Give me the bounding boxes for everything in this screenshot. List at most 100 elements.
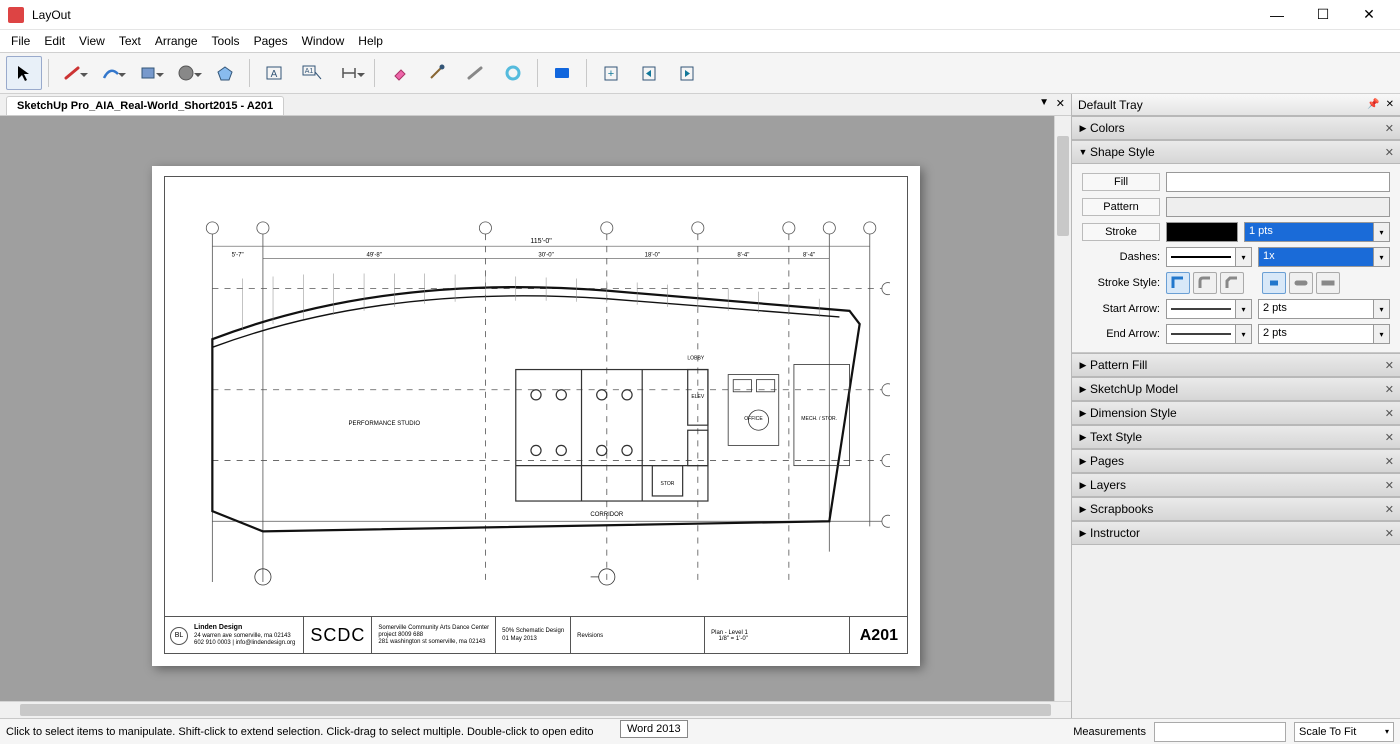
- shape-style-body: Fill Pattern Stroke 1 pts▾ Dashes: ▾ 1x▾…: [1072, 164, 1400, 353]
- menu-file[interactable]: File: [4, 32, 37, 50]
- drawing-page[interactable]: 115'-0" 49'-8" 30'-0" 18'-0" 8'-4" 5'-7"…: [152, 166, 920, 666]
- cap-square-button[interactable]: [1316, 272, 1340, 294]
- titlebar: LayOut — ☐ ✕: [0, 0, 1400, 30]
- circle-tool[interactable]: [169, 56, 205, 90]
- maximize-button[interactable]: ☐: [1300, 0, 1346, 30]
- dimension-tool[interactable]: [332, 56, 368, 90]
- dashes-label: Dashes:: [1082, 251, 1160, 263]
- fill-toggle[interactable]: Fill: [1082, 173, 1160, 191]
- panel-colors[interactable]: ▶Colors✕: [1072, 116, 1400, 140]
- polygon-tool[interactable]: [207, 56, 243, 90]
- svg-text:115'-0": 115'-0": [530, 237, 552, 245]
- sheet-number: A201: [849, 617, 908, 654]
- tray-header[interactable]: Default Tray 📌 ✕: [1072, 94, 1400, 116]
- svg-text:CORRIDOR: CORRIDOR: [590, 512, 624, 518]
- corner-bevel-button[interactable]: [1220, 272, 1244, 294]
- status-hint: Click to select items to manipulate. Shi…: [6, 726, 594, 738]
- start-arrow-select[interactable]: [1166, 299, 1236, 319]
- tray-close-icon[interactable]: ✕: [1386, 99, 1394, 110]
- panel-dimension-style[interactable]: ▶Dimension Style✕: [1072, 401, 1400, 425]
- presentation-tool[interactable]: [544, 56, 580, 90]
- dash-scale-input[interactable]: 1x: [1258, 247, 1374, 267]
- statusbar: Click to select items to manipulate. Shi…: [0, 718, 1400, 744]
- pattern-swatch[interactable]: [1166, 197, 1390, 217]
- panel-text-style[interactable]: ▶Text Style✕: [1072, 425, 1400, 449]
- rectangle-tool[interactable]: [131, 56, 167, 90]
- stroke-width-dropdown[interactable]: ▾: [1374, 222, 1390, 242]
- menu-arrange[interactable]: Arrange: [148, 32, 205, 50]
- stroke-width-input[interactable]: 1 pts: [1244, 222, 1374, 242]
- toolbar: A A1 +: [0, 52, 1400, 94]
- stroke-style-label: Stroke Style:: [1082, 277, 1160, 289]
- pattern-toggle[interactable]: Pattern: [1082, 198, 1160, 216]
- svg-text:18'-0": 18'-0": [645, 252, 660, 258]
- cap-flat-button[interactable]: [1262, 272, 1286, 294]
- minimize-button[interactable]: —: [1254, 0, 1300, 30]
- document-tab[interactable]: SketchUp Pro_AIA_Real-World_Short2015 - …: [6, 96, 284, 115]
- panel-instructor[interactable]: ▶Instructor✕: [1072, 521, 1400, 545]
- line-tool[interactable]: [55, 56, 91, 90]
- start-arrow-size-input[interactable]: 2 pts: [1258, 299, 1374, 319]
- prev-page-button[interactable]: [631, 56, 667, 90]
- menu-pages[interactable]: Pages: [247, 32, 295, 50]
- canvas-hscrollbar[interactable]: [0, 701, 1071, 718]
- menu-tools[interactable]: Tools: [205, 32, 247, 50]
- scale-dropdown[interactable]: Scale To Fit▾: [1294, 722, 1394, 742]
- titleblock: BL Linden Design 24 warren ave somervill…: [164, 616, 908, 654]
- join-tool[interactable]: [495, 56, 531, 90]
- taskbar-tooltip: Word 2013: [620, 720, 688, 738]
- corner-round-button[interactable]: [1193, 272, 1217, 294]
- svg-text:A1: A1: [305, 68, 314, 75]
- next-page-button[interactable]: [669, 56, 705, 90]
- pin-icon[interactable]: 📌: [1367, 99, 1379, 110]
- arc-tool[interactable]: [93, 56, 129, 90]
- text-tool[interactable]: A: [256, 56, 292, 90]
- canvas-vscrollbar[interactable]: [1054, 116, 1071, 701]
- cap-round-button[interactable]: [1289, 272, 1313, 294]
- style-tool[interactable]: [419, 56, 455, 90]
- stroke-swatch[interactable]: [1166, 222, 1238, 242]
- canvas[interactable]: 115'-0" 49'-8" 30'-0" 18'-0" 8'-4" 5'-7"…: [0, 116, 1071, 701]
- select-tool[interactable]: [6, 56, 42, 90]
- menu-text[interactable]: Text: [112, 32, 148, 50]
- svg-text:30'-0": 30'-0": [538, 252, 553, 258]
- end-arrow-label: End Arrow:: [1082, 328, 1160, 340]
- panel-pages[interactable]: ▶Pages✕: [1072, 449, 1400, 473]
- eraser-tool[interactable]: [381, 56, 417, 90]
- panel-shape-style[interactable]: ▼Shape Style✕: [1072, 140, 1400, 164]
- dashes-select[interactable]: [1166, 247, 1236, 267]
- split-tool[interactable]: [457, 56, 493, 90]
- svg-text:OFFICE: OFFICE: [744, 416, 763, 422]
- document-tabbar: SketchUp Pro_AIA_Real-World_Short2015 - …: [0, 94, 1071, 116]
- floor-plan: 115'-0" 49'-8" 30'-0" 18'-0" 8'-4" 5'-7"…: [182, 214, 890, 606]
- tab-close-button[interactable]: ✕: [1056, 97, 1065, 110]
- measurements-label: Measurements: [1073, 726, 1146, 738]
- svg-text:ELEV: ELEV: [691, 394, 705, 400]
- measurements-input[interactable]: [1154, 722, 1286, 742]
- fill-swatch[interactable]: [1166, 172, 1390, 192]
- firm-logo-icon: BL: [170, 627, 188, 645]
- menu-help[interactable]: Help: [351, 32, 390, 50]
- panel-sketchup-model[interactable]: ▶SketchUp Model✕: [1072, 377, 1400, 401]
- end-arrow-size-input[interactable]: 2 pts: [1258, 324, 1374, 344]
- svg-text:8'-4": 8'-4": [803, 252, 815, 258]
- close-button[interactable]: ✕: [1346, 0, 1392, 30]
- menu-view[interactable]: View: [72, 32, 112, 50]
- label-tool[interactable]: A1: [294, 56, 330, 90]
- svg-text:LOBBY: LOBBY: [687, 355, 704, 361]
- svg-text:49'-8": 49'-8": [366, 252, 381, 258]
- menu-edit[interactable]: Edit: [37, 32, 72, 50]
- tab-menu-button[interactable]: ▼: [1039, 97, 1049, 108]
- end-arrow-select[interactable]: [1166, 324, 1236, 344]
- stroke-toggle[interactable]: Stroke: [1082, 223, 1160, 241]
- menu-window[interactable]: Window: [295, 32, 352, 50]
- panel-layers[interactable]: ▶Layers✕: [1072, 473, 1400, 497]
- svg-text:MECH. / STOR.: MECH. / STOR.: [801, 416, 837, 422]
- add-page-button[interactable]: +: [593, 56, 629, 90]
- svg-text:8'-4": 8'-4": [737, 252, 749, 258]
- panel-scrapbooks[interactable]: ▶Scrapbooks✕: [1072, 497, 1400, 521]
- svg-text:A: A: [271, 69, 278, 80]
- panel-pattern-fill[interactable]: ▶Pattern Fill✕: [1072, 353, 1400, 377]
- menubar: File Edit View Text Arrange Tools Pages …: [0, 30, 1400, 52]
- corner-miter-button[interactable]: [1166, 272, 1190, 294]
